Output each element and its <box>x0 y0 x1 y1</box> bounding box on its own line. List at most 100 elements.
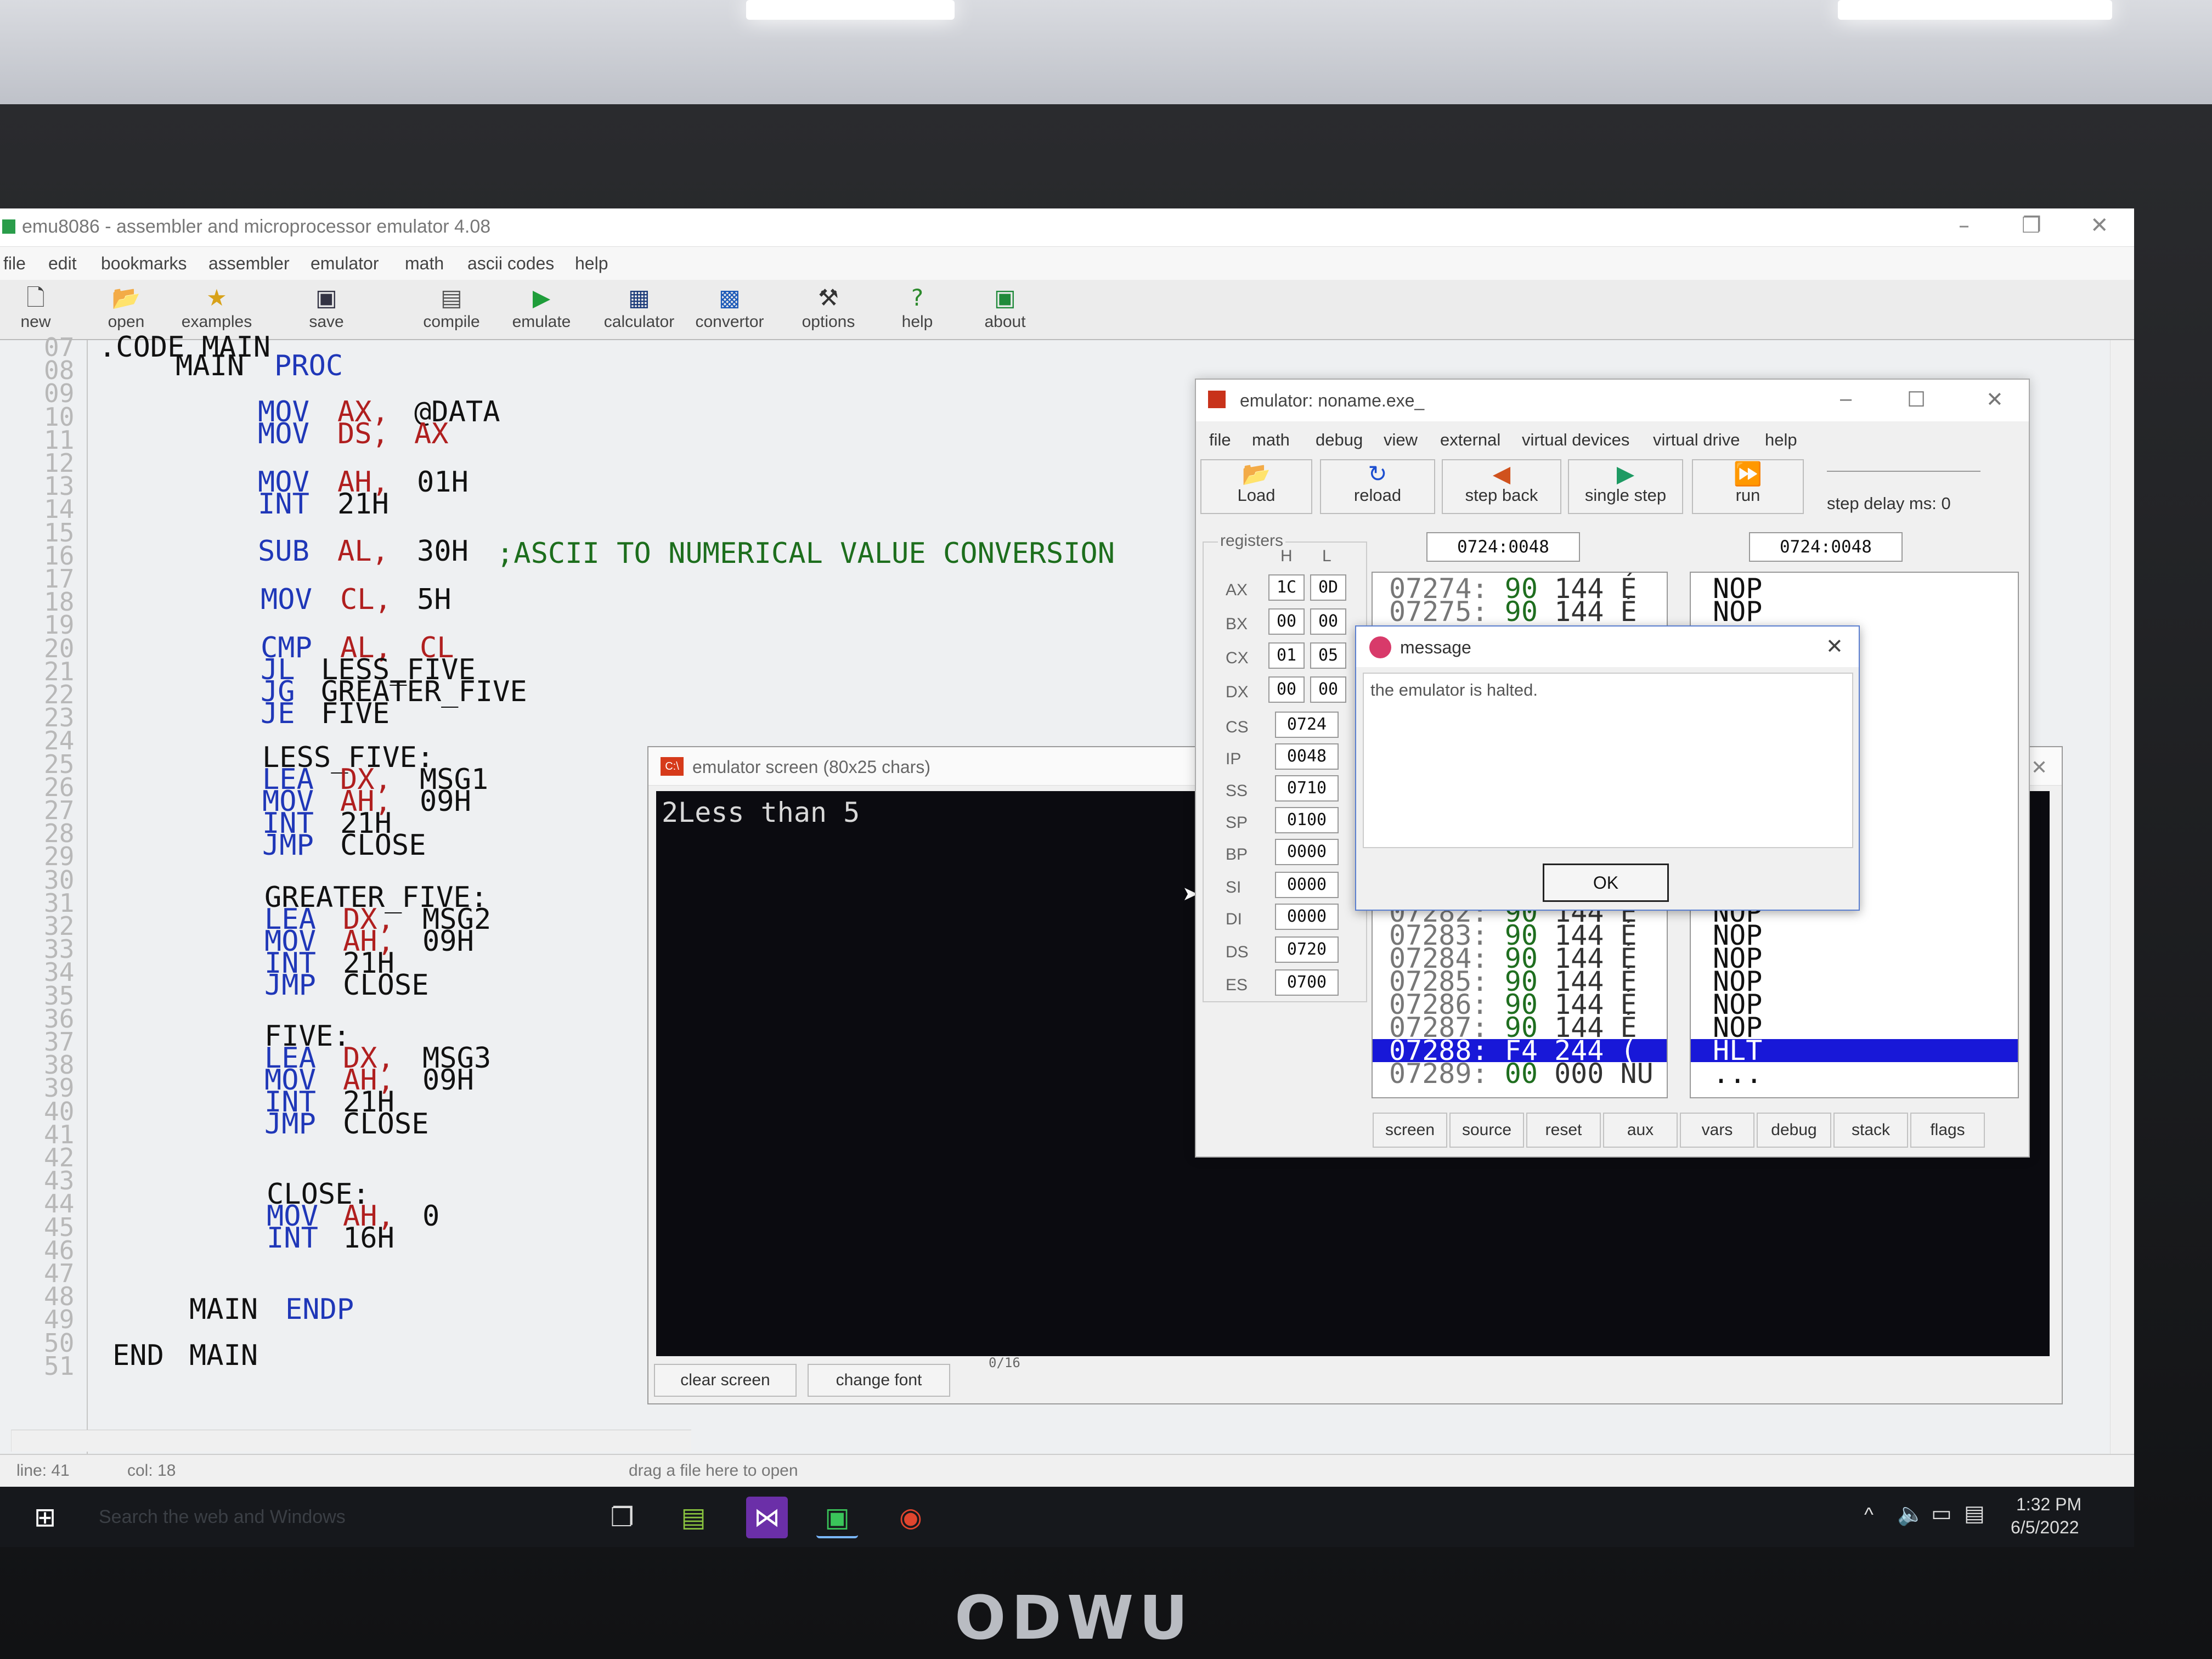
reg-cx-h[interactable]: 01 <box>1268 642 1305 669</box>
chrome-icon[interactable]: ◉ <box>890 1497 932 1538</box>
menu-file[interactable]: file <box>3 253 26 274</box>
single-step-label: single step <box>1584 486 1667 505</box>
tab-debug[interactable]: debug <box>1757 1113 1831 1148</box>
code-token: 30H <box>417 535 469 568</box>
tab-aux[interactable]: aux <box>1603 1113 1678 1148</box>
tab-screen[interactable]: screen <box>1373 1113 1447 1148</box>
code-token: JMP <box>264 1108 316 1141</box>
tab-reset[interactable]: reset <box>1526 1113 1601 1148</box>
emulator-screen-close-icon[interactable]: ✕ <box>2031 756 2047 779</box>
disasm-address-field[interactable]: 0724:0048 <box>1749 532 1903 562</box>
reg-bx-l[interactable]: 00 <box>1310 608 1346 635</box>
tray-chevron-icon[interactable]: ^ <box>1864 1503 1874 1526</box>
emu-menu-view[interactable]: view <box>1384 430 1418 450</box>
network-icon[interactable]: ▭ <box>1931 1501 1952 1526</box>
reg-name-di: DI <box>1226 910 1242 928</box>
reg-cs[interactable]: 0724 <box>1275 712 1339 738</box>
emu-menu-file[interactable]: file <box>1209 430 1231 450</box>
menu-help[interactable]: help <box>575 253 608 274</box>
reg-ds[interactable]: 0720 <box>1275 936 1339 963</box>
emulate-button[interactable]: ▶ emulate <box>500 283 583 338</box>
emu-menu-math[interactable]: math <box>1252 430 1290 450</box>
notification-icon[interactable]: ▤ <box>1964 1501 1985 1526</box>
emu-menu-virtual-devices[interactable]: virtual devices <box>1522 430 1629 450</box>
taskbar-search[interactable]: Search the web and Windows <box>99 1506 346 1528</box>
minimize-icon[interactable]: – <box>1959 213 1970 238</box>
change-font-button[interactable]: change font <box>808 1364 950 1397</box>
visual-studio-icon[interactable]: ⋈ <box>746 1497 788 1538</box>
save-label: save <box>309 313 344 331</box>
reg-bx-h[interactable]: 00 <box>1268 608 1305 635</box>
disasm-row[interactable]: NOP <box>1691 598 2018 625</box>
tab-vars[interactable]: vars <box>1680 1113 1754 1148</box>
emulator-maximize-icon[interactable]: ☐ <box>1907 387 1926 412</box>
reg-si[interactable]: 0000 <box>1275 872 1339 898</box>
reg-ax-h[interactable]: 1C <box>1268 574 1305 601</box>
start-windows-icon[interactable]: ⊞ <box>24 1497 66 1538</box>
run-button[interactable]: ⏩ run <box>1692 459 1804 514</box>
reg-dx-l[interactable]: 00 <box>1310 676 1346 703</box>
save-button[interactable]: ▣ save <box>285 283 368 338</box>
convertor-button[interactable]: ▩ convertor <box>689 283 771 338</box>
step-back-icon: ◀ <box>1492 460 1511 487</box>
reg-ax-l[interactable]: 0D <box>1310 574 1346 601</box>
reg-ss[interactable]: 0710 <box>1275 775 1339 802</box>
clear-screen-button[interactable]: clear screen <box>654 1364 797 1397</box>
disasm-row[interactable]: ... <box>1691 1060 2018 1087</box>
notepad-app-icon[interactable]: ▤ <box>673 1497 714 1538</box>
floppy-icon: ▣ <box>315 284 337 311</box>
emu8086-taskbar-icon[interactable]: ▣ <box>816 1497 858 1538</box>
reg-di[interactable]: 0000 <box>1275 904 1339 930</box>
menu-bookmarks[interactable]: bookmarks <box>101 253 187 274</box>
emulator-minimize-icon[interactable]: – <box>1840 387 1852 411</box>
reload-button[interactable]: ↻ reload <box>1320 459 1435 514</box>
new-button[interactable]: 🗋 new <box>0 283 77 338</box>
menu-assembler[interactable]: assembler <box>208 253 290 274</box>
step-back-button[interactable]: ◀ step back <box>1442 459 1561 514</box>
reg-bp[interactable]: 0000 <box>1275 839 1339 865</box>
emu-menu-virtual-drive[interactable]: virtual drive <box>1653 430 1740 450</box>
open-button[interactable]: 📂 open <box>85 283 167 338</box>
task-view-icon[interactable]: ❐ <box>601 1497 643 1538</box>
volume-icon[interactable]: 🔈 <box>1897 1501 1925 1527</box>
emu-menu-debug[interactable]: debug <box>1316 430 1363 450</box>
editor-horizontal-scrollbar[interactable] <box>11 1430 691 1452</box>
reg-es[interactable]: 0700 <box>1275 969 1339 996</box>
code-token: AX <box>414 417 449 450</box>
emu-menu-external[interactable]: external <box>1440 430 1500 450</box>
editor-vertical-scrollbar[interactable] <box>2110 340 2134 1454</box>
menu-math[interactable]: math <box>405 253 444 274</box>
code-token: 16H <box>343 1222 394 1255</box>
calculator-button[interactable]: ▦ calculator <box>598 283 680 338</box>
options-button[interactable]: ⚒ options <box>787 283 870 338</box>
tab-stack[interactable]: stack <box>1833 1113 1908 1148</box>
memory-address-field[interactable]: 0724:0048 <box>1426 532 1580 562</box>
message-close-icon[interactable]: ✕ <box>1826 634 1843 659</box>
reg-sp[interactable]: 0100 <box>1275 807 1339 833</box>
emulator-titlebar: emulator: noname.exe_ – ☐ ✕ <box>1196 380 2029 421</box>
l-header: L <box>1322 547 1331 565</box>
tab-flags[interactable]: flags <box>1910 1113 1985 1148</box>
examples-button[interactable]: ★ examples <box>176 283 258 338</box>
step-delay-slider[interactable] <box>1827 467 1980 472</box>
memory-dec: 000 <box>1554 1058 1604 1090</box>
compile-button[interactable]: ▤ compile <box>410 283 493 338</box>
tab-source[interactable]: source <box>1449 1113 1524 1148</box>
restore-icon[interactable]: ❐ <box>2022 213 2041 238</box>
memory-row[interactable]: 07289: 00 000 NU <box>1373 1060 1667 1087</box>
about-button[interactable]: ▣ about <box>964 283 1046 338</box>
close-icon[interactable]: ✕ <box>2090 213 2109 238</box>
emulator-close-icon[interactable]: ✕ <box>1986 387 2004 412</box>
reg-dx-h[interactable]: 00 <box>1268 676 1305 703</box>
reg-cx-l[interactable]: 05 <box>1310 642 1346 669</box>
menu-emulator[interactable]: emulator <box>311 253 379 274</box>
single-step-button[interactable]: ▶ single step <box>1568 459 1683 514</box>
menu-ascii-codes[interactable]: ascii codes <box>467 253 554 274</box>
reg-ip[interactable]: 0048 <box>1275 743 1339 770</box>
memory-row[interactable]: 07275: 90 144 É <box>1373 598 1667 625</box>
emu-menu-help[interactable]: help <box>1765 430 1797 450</box>
menu-edit[interactable]: edit <box>48 253 77 274</box>
ok-button[interactable]: OK <box>1543 864 1669 902</box>
help-button[interactable]: ? help <box>876 283 958 338</box>
load-button[interactable]: 📂 Load <box>1200 459 1312 514</box>
